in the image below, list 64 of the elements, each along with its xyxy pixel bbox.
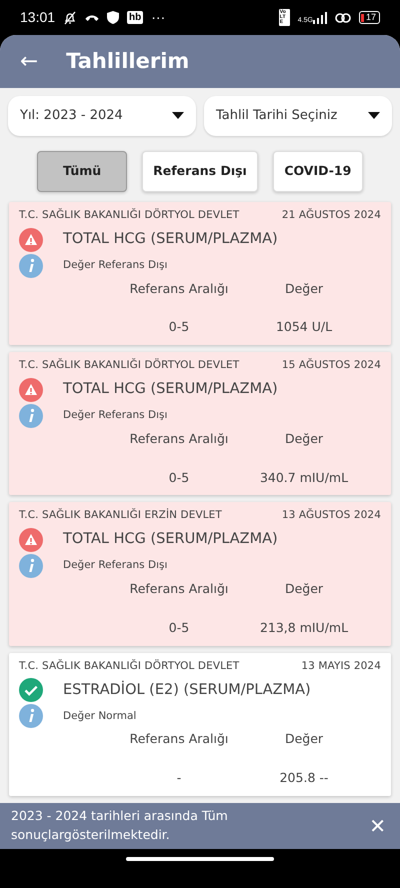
result-status: Değer Referans Dışı — [63, 258, 168, 273]
result-date: 13 AĞUSTOS 2024 — [282, 508, 381, 524]
filter-tab[interactable]: Tümü — [37, 150, 128, 192]
app-badge: hb — [127, 11, 144, 24]
table-cell: Değer — [284, 430, 324, 446]
hospital-name: T.C. SAĞLIK BAKANLIĞI DÖRTYOL DEVLET — [19, 208, 240, 223]
dropdown[interactable]: Yıl: 2023 - 2024 — [8, 96, 196, 136]
filter-tab[interactable]: Referans Dışı — [142, 150, 258, 192]
page-title: Tahlillerim — [66, 48, 190, 75]
clock: 13:01 — [20, 8, 56, 27]
table-cell: Referans Aralığı — [130, 280, 228, 296]
table-cell: Referans Aralığı — [130, 731, 228, 746]
table-cell: 205.8 -- — [280, 770, 328, 786]
table-cell: Referans Aralığı — [130, 581, 228, 596]
test-name: TOTAL HCG (SERUM/PLAZMA) — [63, 380, 278, 400]
warning-icon — [19, 528, 43, 552]
phone-icon — [85, 14, 100, 20]
snackbar-message: 2023 - 2024 tarihleri arasında Tüm sonuçlargösterilmektedir. — [11, 807, 229, 844]
link-icon — [334, 12, 351, 24]
muted-bell-icon — [63, 10, 78, 24]
table-cell: Referans Aralığı — [130, 430, 228, 446]
table-cell: 0-5 — [168, 470, 190, 485]
info-icon — [19, 704, 43, 728]
battery-indicator: 17 — [358, 11, 380, 24]
result-status: Değer Normal — [63, 708, 136, 724]
result-status: Değer Referans Dışı — [63, 408, 168, 424]
result-card[interactable]: T.C. SAĞLIK BAKANLIĞI DÖRTYOL DEVLET 21 AĞUSTOS 2024 TOTAL HCG (SERUM/PLAZMA) Değer Referans Dışı Referans Aralığı Değer 0-5 1054 U/L — [9, 202, 391, 346]
close-button[interactable]: ✕ — [369, 811, 386, 842]
table-cell: 1054 U/L — [276, 319, 332, 334]
signal-icon — [312, 12, 327, 24]
more-indicator: ··· — [151, 8, 166, 27]
result-date: 21 AĞUSTOS 2024 — [282, 208, 381, 223]
table-cell: 340.7 mIU/mL — [260, 470, 348, 485]
table-cell: 0-5 — [168, 620, 190, 635]
table-cell: 213,8 mIU/mL — [260, 620, 348, 635]
caret-icon — [172, 112, 184, 120]
warning-icon — [19, 378, 43, 402]
hospital-name: T.C. SAĞLIK BAKANLIĞI ERZİN DEVLET — [19, 508, 222, 524]
result-date: 15 AĞUSTOS 2024 — [282, 358, 381, 374]
test-name: ESTRADİOL (E2) (SERUM/PLAZMA) — [63, 680, 311, 700]
result-card[interactable]: T.C. SAĞLIK BAKANLIĞI ERZİN DEVLET 13 AĞUSTOS 2024 TOTAL HCG (SERUM/PLAZMA) Değer Referans Dışı Referans Aralığı Değer 0-5 213,8 mIU/mL — [9, 502, 391, 646]
hospital-name: T.C. SAĞLIK BAKANLIĞI DÖRTYOL DEVLET — [19, 658, 240, 674]
table-cell: Değer — [284, 731, 324, 746]
result-card[interactable]: T.C. SAĞLIK BAKANLIĞI DÖRTYOL DEVLET 13 MAYIS 2024 ESTRADİOL (E2) (SERUM/PLAZMA) Değer Normal Referans Aralığı Değer - 205.8 -- — [9, 652, 391, 796]
info-icon — [19, 404, 43, 428]
test-name: TOTAL HCG (SERUM/PLAZMA) — [63, 230, 278, 249]
table-cell: Değer — [284, 581, 324, 596]
back-button[interactable]: ← — [20, 50, 38, 72]
filter-tab[interactable]: COVID-19 — [272, 150, 363, 192]
table-cell: - — [176, 770, 182, 786]
check-icon — [19, 678, 43, 702]
hospital-name: T.C. SAĞLIK BAKANLIĞI DÖRTYOL DEVLET — [19, 358, 240, 374]
info-icon — [19, 254, 43, 278]
shield-icon — [107, 11, 120, 24]
dropdown[interactable]: Tahlil Tarihi Seçiniz — [204, 96, 392, 136]
caret-icon — [368, 112, 380, 120]
info-icon — [19, 554, 43, 578]
result-date: 13 MAYIS 2024 — [301, 658, 381, 674]
result-card[interactable]: T.C. SAĞLIK BAKANLIĞI DÖRTYOL DEVLET 15 AĞUSTOS 2024 TOTAL HCG (SERUM/PLAZMA) Değer Referans Dışı Referans Aralığı Değer 0-5 340.7 mIU/mL — [9, 352, 391, 496]
table-cell: Değer — [284, 280, 324, 296]
warning-icon — [19, 228, 43, 252]
result-status: Değer Referans Dışı — [63, 558, 168, 574]
test-name: TOTAL HCG (SERUM/PLAZMA) — [63, 530, 278, 550]
table-cell: 0-5 — [168, 319, 190, 334]
